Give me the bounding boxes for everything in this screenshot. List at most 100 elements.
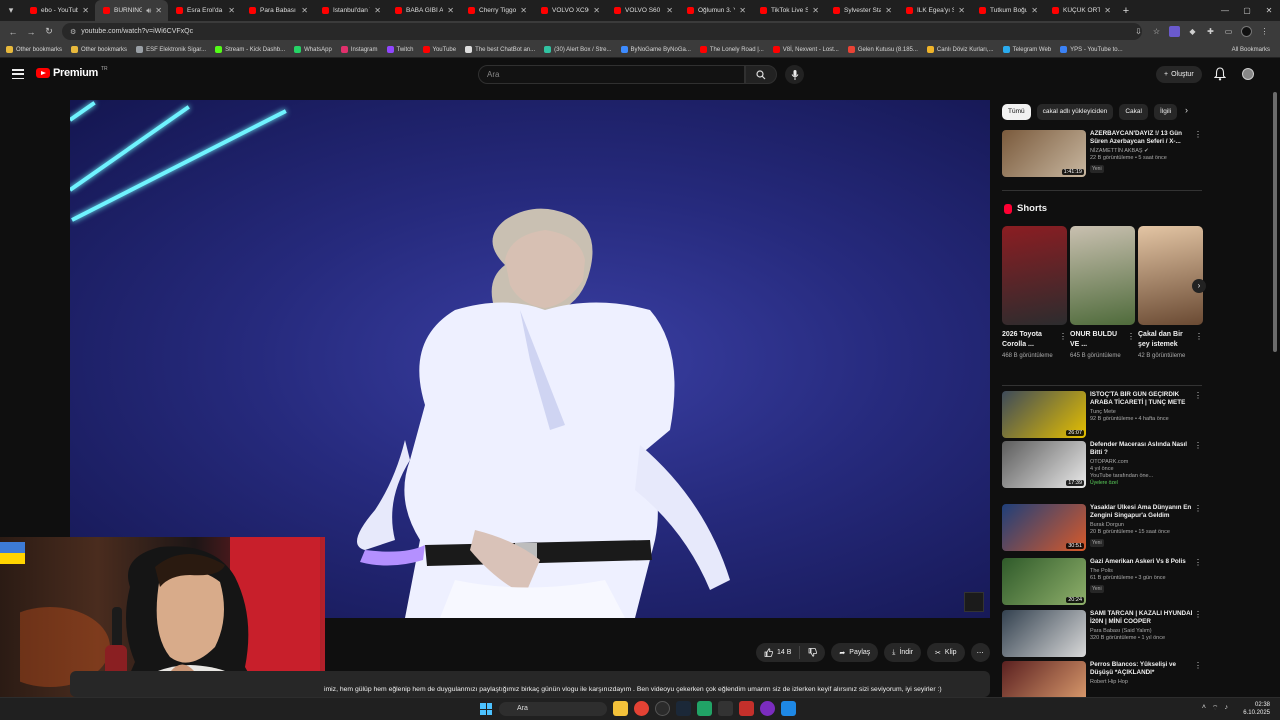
share-button[interactable]: ➦ Paylaş xyxy=(831,643,879,662)
bookmark-item[interactable]: Stream - Kick Dashb... xyxy=(215,46,285,53)
youtube-logo[interactable]: Premium TR xyxy=(36,66,108,79)
obs-icon[interactable] xyxy=(655,701,670,716)
close-tab-icon[interactable]: ✕ xyxy=(885,6,892,15)
dislike-button[interactable] xyxy=(800,648,825,657)
speaker-icon[interactable]: 🔊︎ xyxy=(146,6,151,16)
all-bookmarks-button[interactable]: All Bookmarks xyxy=(1232,42,1270,58)
browser-tab[interactable]: Esra Erol'da - Y ✕ xyxy=(168,0,241,21)
more-actions-button[interactable]: ⋯ xyxy=(970,643,990,662)
more-options-icon[interactable]: ⋮ xyxy=(1194,661,1202,670)
bookmark-item[interactable]: Instagram xyxy=(340,46,378,53)
bookmark-item[interactable]: WhatsApp xyxy=(294,46,332,53)
browser-tab[interactable]: Tutkum Boğuş✕ xyxy=(971,0,1044,21)
bookmark-item[interactable]: Canlı Döviz Kurları,... xyxy=(926,46,994,53)
more-options-icon[interactable]: ⋮ xyxy=(1194,610,1202,619)
bookmark-item[interactable]: YPS - YouTube to... xyxy=(1060,46,1123,53)
video-description[interactable]: imiz, hem gülüp hem eğlenip hem de duygu… xyxy=(70,671,990,697)
bookmark-item[interactable]: YouTube xyxy=(422,46,456,53)
more-options-icon[interactable]: ⋮ xyxy=(1194,504,1202,513)
close-tab-icon[interactable]: ✕ xyxy=(228,6,235,15)
miniplayer-thumbnail[interactable] xyxy=(964,592,984,612)
back-button[interactable]: ← xyxy=(4,27,22,37)
recommended-video[interactable]: 20:24 Gazi Amerikan Askeri Vs 8 Polis The … xyxy=(1002,558,1202,608)
install-icon[interactable]: ⇩ xyxy=(1133,26,1144,37)
bookmark-item[interactable]: The best ChatBot an... xyxy=(465,46,535,53)
browser-tab[interactable]: Cherry Tiggo 7✕ xyxy=(460,0,533,21)
browser-tab[interactable]: BABA GİBİ ADA✕ xyxy=(387,0,460,21)
more-options-icon[interactable]: ⋮ xyxy=(1059,332,1067,341)
close-window-button[interactable]: ✕ xyxy=(1258,0,1280,21)
short-item[interactable]: ONUR BULDU VE ... 645 B görüntüleme ⋮ xyxy=(1070,226,1135,361)
minimize-button[interactable]: — xyxy=(1214,0,1236,21)
browser-tab[interactable]: VOLVO S60 SA ✕ xyxy=(606,0,679,21)
bookmark-item[interactable]: Gelen Kutusu (8.185... xyxy=(847,46,918,53)
browser-tab[interactable]: İstanbul'dan TO ✕ xyxy=(314,0,387,21)
voice-search-button[interactable] xyxy=(785,65,804,84)
close-tab-icon[interactable]: ✕ xyxy=(301,6,308,15)
recommended-video[interactable]: 1:41:19 AZERBAYCAN'DAYIZ !/ 13 Gün Süren… xyxy=(1002,130,1202,180)
more-options-icon[interactable]: ⋮ xyxy=(1127,332,1135,341)
recommended-video[interactable]: 30:51 Yasaklar Ülkesi Ama Dünyanın En Zen… xyxy=(1002,504,1202,554)
new-tab-button[interactable]: + xyxy=(1117,5,1135,17)
app-icon[interactable] xyxy=(781,701,796,716)
bookmark-item[interactable]: Other bookmarks xyxy=(6,46,62,53)
bookmark-item[interactable]: Twitch xyxy=(386,46,414,53)
account-avatar[interactable] xyxy=(1242,68,1254,80)
taskbar-clock[interactable]: 02:38 6.10.2025 xyxy=(1243,701,1270,717)
app-icon[interactable] xyxy=(739,701,754,716)
more-options-icon[interactable]: ⋮ xyxy=(1194,558,1202,567)
search-button[interactable] xyxy=(745,65,777,84)
browser-tab[interactable]: KÜÇÜK ORTA F✕ xyxy=(1044,0,1117,21)
close-tab-icon[interactable]: ✕ xyxy=(958,6,965,15)
scrollbar-thumb[interactable] xyxy=(1273,92,1277,352)
file-explorer-icon[interactable] xyxy=(613,701,628,716)
short-item[interactable]: 2026 Toyota Corolla ... 468 B görüntüleme… xyxy=(1002,226,1067,361)
recommended-video[interactable]: SAMİ TARCAN | KAZALI HYUNDAİ İ20N | MİNİ… xyxy=(1002,610,1202,660)
download-button[interactable]: ⤓ İndir xyxy=(884,643,922,662)
more-options-icon[interactable]: ⋮ xyxy=(1195,332,1203,341)
bookmark-item[interactable]: Telegram Web xyxy=(1002,46,1051,53)
network-icon[interactable]: ⌔ xyxy=(1212,704,1219,713)
filter-chip[interactable]: cakal adlı yükleyiciden xyxy=(1036,104,1114,120)
bookmark-item[interactable]: ESF Elektronik Sigar... xyxy=(136,46,206,53)
like-button[interactable]: 14 B xyxy=(764,646,801,659)
filter-chip[interactable]: İlgili xyxy=(1153,104,1178,120)
chevron-right-icon[interactable]: › xyxy=(1192,279,1206,293)
app-icon[interactable] xyxy=(760,701,775,716)
close-tab-icon[interactable]: ✕ xyxy=(520,6,527,15)
chevron-right-icon[interactable]: › xyxy=(1185,105,1188,115)
bookmark-item[interactable]: Other bookmarks xyxy=(71,46,127,53)
page-scrollbar[interactable] xyxy=(1272,92,1278,692)
search-input[interactable]: Ara xyxy=(478,65,745,84)
maximize-button[interactable]: ▢ xyxy=(1236,0,1258,21)
recommended-video[interactable]: 26:07 İSTOÇ'TA BİR GÜN GEÇİRDİK ARABA TİC… xyxy=(1002,391,1202,441)
extension-icon[interactable] xyxy=(1169,26,1180,37)
bookmark-item[interactable]: V8İ, Nexvent - Lost... xyxy=(772,46,839,53)
browser-tab[interactable]: VOLVO XC90 R ✕ xyxy=(533,0,606,21)
browser-menu-icon[interactable]: ⋮ xyxy=(1259,26,1270,37)
browser-tab[interactable]: Oğlumun 3. Ya ✕ xyxy=(679,0,752,21)
recommended-video[interactable]: 17:39 Defender Macerası Aslında Nasıl Bit… xyxy=(1002,441,1202,491)
close-tab-icon[interactable]: ✕ xyxy=(593,6,600,15)
profile-avatar[interactable] xyxy=(1241,26,1252,37)
browser-tab[interactable]: TikTok Live Stu✕ xyxy=(752,0,825,21)
app-icon[interactable] xyxy=(718,701,733,716)
extension-icon[interactable]: ◆ xyxy=(1187,26,1198,37)
close-tab-icon[interactable]: ✕ xyxy=(812,6,819,15)
browser-tab[interactable]: Para Babası (Sa ✕ xyxy=(241,0,314,21)
excel-icon[interactable] xyxy=(697,701,712,716)
windows-start-icon[interactable] xyxy=(480,703,492,715)
close-tab-icon[interactable]: ✕ xyxy=(155,6,162,15)
bookmark-item[interactable]: ByNoGame ByNoGa... xyxy=(620,46,691,53)
tab-search-icon[interactable]: ▾ xyxy=(0,0,22,21)
site-info-icon[interactable]: ⚙ xyxy=(70,28,76,36)
more-options-icon[interactable]: ⋮ xyxy=(1194,441,1202,450)
address-bar[interactable]: ⚙ youtube.com/watch?v=iWi6CVFxQc xyxy=(62,23,1142,40)
close-tab-icon[interactable]: ✕ xyxy=(82,6,89,15)
filter-chip[interactable]: Cakal xyxy=(1119,104,1148,120)
create-button[interactable]: + Oluştur xyxy=(1156,66,1202,83)
reload-button[interactable]: ↻ xyxy=(40,26,58,37)
chevron-up-icon[interactable]: ˄ xyxy=(1202,704,1206,713)
close-tab-icon[interactable]: ✕ xyxy=(447,6,454,15)
volume-icon[interactable]: ♪ xyxy=(1225,704,1229,713)
